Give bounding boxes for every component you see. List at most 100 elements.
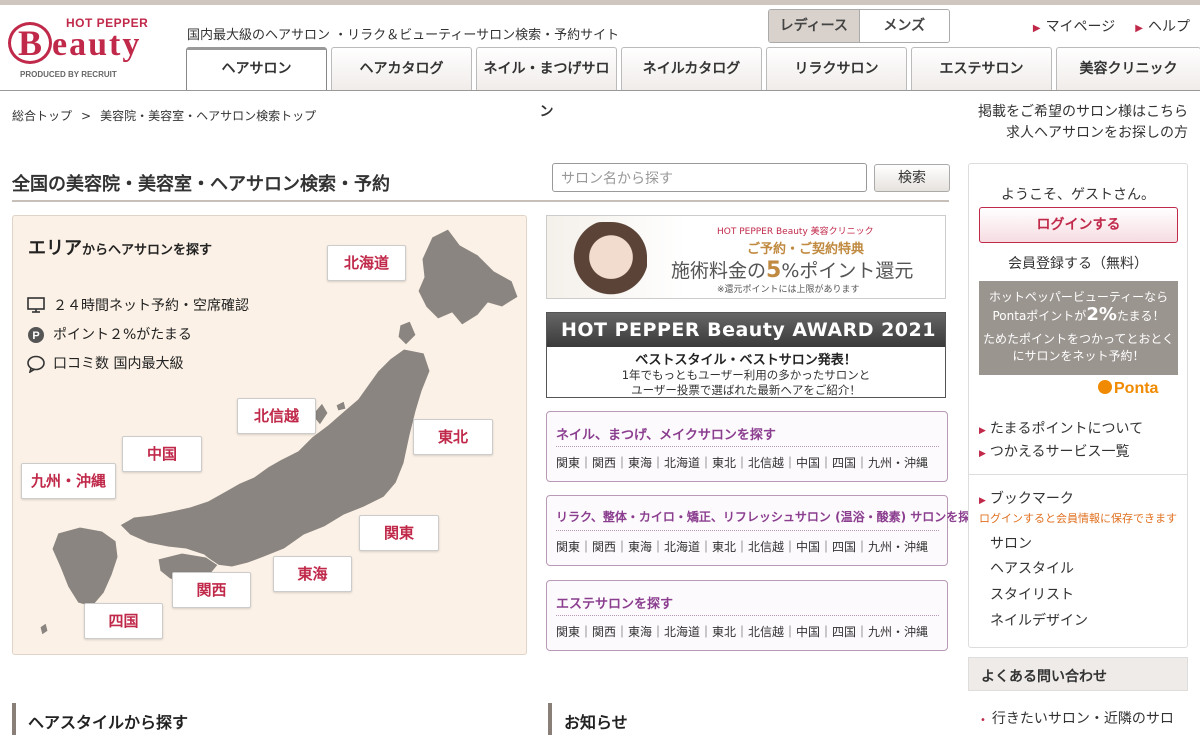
job-search-link[interactable]: 求人ヘアサロンをお探しの方 — [978, 123, 1188, 144]
clinic-main-post: %ポイント還元 — [781, 260, 914, 282]
relax-box-regions[interactable]: 関東｜関西｜東海｜北海道｜東北｜北信越｜中国｜四国｜九州・沖縄 — [556, 538, 928, 555]
bookmark-salon[interactable]: サロン — [990, 533, 1032, 553]
sado-shape — [335, 400, 347, 412]
search-button[interactable]: 検索 — [874, 164, 950, 192]
nail-box-regions[interactable]: 関東｜関西｜東海｜北海道｜東北｜北信越｜中国｜四国｜九州・沖縄 — [556, 454, 928, 471]
ponta-line3: ためたポイントをつかってとおとく — [982, 332, 1175, 346]
help-label: ヘルプ — [1148, 19, 1190, 35]
logo-produced-by: PRODUCED BY RECRUIT — [20, 70, 117, 79]
relax-search-box: リラク、整体・カイロ・矯正、リフレッシュサロン (温浴・酸素) サロンを探す 関… — [546, 495, 982, 566]
clinic-main-num: 5 — [766, 258, 782, 283]
ponta-line1: ホットペッパービューティーなら — [988, 290, 1169, 304]
title-underline — [12, 200, 949, 202]
mypage-label: マイページ — [1045, 19, 1116, 35]
ponta-line2: Pontaポイントが2%たまる！ — [979, 306, 1178, 325]
beauty-clinic-banner[interactable]: HOT PEPPER Beauty 美容クリニック ご予約・ご契約特典 施術料金… — [546, 215, 946, 299]
faq-item-label: 行きたいサロン・近隣のサロ — [991, 711, 1174, 727]
mypage-link[interactable]: ▶ マイページ — [1033, 16, 1115, 36]
region-tokai[interactable]: 東海 — [273, 556, 352, 592]
feature-reviews: 口コミ数 国内最大級 — [27, 353, 184, 374]
region-hokushinetsu[interactable]: 北信越 — [237, 398, 316, 434]
salon-search-input[interactable]: サロン名から探す — [552, 163, 867, 192]
login-button[interactable]: ログインする — [979, 207, 1178, 243]
nail-box-title[interactable]: ネイル、まつげ、メイクサロンを探す — [556, 424, 776, 443]
tab-nail-eyelash[interactable]: ネイル・まつげサロン — [476, 47, 617, 120]
feature-points-label: ポイント２%がたまる — [53, 327, 192, 343]
ponta-line2-num: 2% — [1086, 304, 1117, 325]
bookmark-note: ログインすると会員情報に保存できます — [979, 512, 1177, 525]
region-kyushu-okinawa[interactable]: 九州・沖縄 — [21, 463, 116, 499]
nail-eyelash-search-box: ネイル、まつげ、メイクサロンを探す 関東｜関西｜東海｜北海道｜東北｜北信越｜中国… — [546, 411, 948, 482]
point-p-icon: P — [27, 326, 45, 343]
main-tabs: ヘアサロン ヘアカタログ ネイル・まつげサロン ネイルカタログ リラクサロン エ… — [186, 47, 1200, 120]
bookmark-title: ▶ ブックマーク — [979, 488, 1074, 508]
award-banner-line1: 1年でもっともユーザー利用の多かったサロンと — [621, 368, 871, 382]
welcome-text: ようこそ、ゲストさん。 — [1001, 187, 1155, 203]
model-photo — [567, 222, 647, 298]
points-services-link[interactable]: ▶ つかえるサービス一覧 — [979, 441, 1130, 461]
breadcrumb-separator: > — [81, 109, 92, 123]
triangle-right-icon: ▶ — [979, 449, 986, 459]
esthe-box-title[interactable]: エステサロンを探す — [556, 593, 673, 612]
tab-esthetic-salon[interactable]: エステサロン — [911, 47, 1052, 90]
triangle-right-icon: ▶ — [1032, 23, 1041, 34]
logo-beauty-text: eauty — [52, 26, 142, 63]
award-banner-sub: ベストスタイル・ベストサロン発表！ — [635, 353, 857, 368]
dotted-divider — [556, 615, 939, 616]
bookmark-title-label: ブックマーク — [989, 491, 1074, 507]
clinic-banner-brand: HOT PEPPER Beauty 美容クリニック — [717, 227, 874, 237]
bookmark-nail-design[interactable]: ネイルデザイン — [990, 610, 1088, 630]
logo-b-mark: B — [8, 22, 52, 64]
ponta-line2-post: たまる！ — [1116, 309, 1165, 323]
salon-info-links: 掲載をご希望のサロン様はこちら 求人ヘアサロンをお探しの方 — [978, 102, 1188, 144]
faq-item[interactable]: • 行きたいサロン・近隣のサロ — [980, 708, 1174, 728]
region-kanto[interactable]: 関東 — [359, 515, 439, 551]
register-link[interactable]: 会員登録する（無料） — [968, 253, 1188, 273]
news-section-heading: お知らせ — [548, 703, 628, 735]
ladies-toggle[interactable]: レディース — [769, 10, 859, 42]
esthe-box-regions[interactable]: 関東｜関西｜東海｜北海道｜東北｜北信越｜中国｜四国｜九州・沖縄 — [556, 623, 928, 640]
breadcrumb: 総合トップ > 美容院・美容室・ヘアサロン検索トップ — [12, 107, 316, 124]
feature-points: P ポイント２%がたまる — [27, 324, 192, 344]
award-banner-line2: ユーザー投票で選ばれた最新ヘアをご紹介！ — [631, 383, 861, 397]
hokkaido-shape — [417, 228, 519, 326]
clinic-banner-sub: ご予約・ご契約特典 — [747, 242, 865, 257]
hotpepper-beauty-logo[interactable]: HOT PEPPER B eauty PRODUCED BY RECRUIT — [8, 16, 158, 86]
help-link[interactable]: ▶ ヘルプ — [1135, 16, 1190, 36]
salon-listing-link[interactable]: 掲載をご希望のサロン様はこちら — [978, 102, 1188, 123]
region-tohoku[interactable]: 東北 — [413, 419, 493, 455]
bullet-icon: • — [980, 715, 986, 726]
tab-hair-salon[interactable]: ヘアサロン — [186, 47, 327, 90]
bookmark-stylist[interactable]: スタイリスト — [990, 584, 1074, 604]
region-kansai[interactable]: 関西 — [172, 572, 251, 608]
region-hokkaido[interactable]: 北海道 — [327, 245, 406, 281]
award-banner[interactable]: HOT PEPPER Beauty AWARD 2021 ベストスタイル・ベスト… — [546, 312, 946, 398]
region-chugoku[interactable]: 中国 — [122, 436, 202, 472]
feature-reviews-label: 口コミ数 国内最大級 — [53, 356, 184, 372]
header-links: ▶ マイページ ▶ ヘルプ — [1033, 16, 1190, 36]
bookmark-hairstyle[interactable]: ヘアスタイル — [990, 558, 1074, 578]
esthe-search-box: エステサロンを探す 関東｜関西｜東海｜北海道｜東北｜北信越｜中国｜四国｜九州・沖… — [546, 580, 948, 651]
points-about-link[interactable]: ▶ たまるポイントについて — [979, 418, 1143, 438]
tab-hair-catalog[interactable]: ヘアカタログ — [331, 47, 472, 90]
svg-text:P: P — [32, 330, 39, 342]
hairstyle-section-heading: ヘアスタイルから探す — [12, 703, 188, 735]
tab-beauty-clinic[interactable]: 美容クリニック — [1056, 47, 1200, 90]
ponta-promo-box: ホットペッパービューティーなら Pontaポイントが2%たまる！ ためたポイント… — [979, 281, 1178, 375]
relax-box-title[interactable]: リラク、整体・カイロ・矯正、リフレッシュサロン (温浴・酸素) サロンを探す — [556, 508, 982, 525]
page-title: 全国の美容院・美容室・ヘアサロン検索・予約 — [12, 174, 390, 195]
tab-nail-catalog[interactable]: ネイルカタログ — [621, 47, 762, 90]
feature-24h-booking: ２４時間ネット予約・空席確認 — [27, 295, 249, 315]
ponta-logo-text: Ponta — [1114, 380, 1159, 397]
ponta-mascot-icon — [1098, 380, 1112, 394]
points-services-label: つかえるサービス一覧 — [989, 444, 1130, 460]
dotted-divider — [556, 530, 939, 531]
mens-toggle[interactable]: メンズ — [858, 10, 949, 42]
breadcrumb-home[interactable]: 総合トップ — [12, 109, 72, 123]
region-shikoku[interactable]: 四国 — [84, 603, 163, 639]
tab-relax-salon[interactable]: リラクサロン — [766, 47, 907, 90]
triangle-right-icon: ▶ — [979, 496, 986, 506]
area-heading-big: エリア — [28, 238, 82, 259]
clinic-banner-main: 施術料金の5%ポイント還元 — [671, 256, 913, 283]
kyushu-shape — [51, 526, 119, 608]
